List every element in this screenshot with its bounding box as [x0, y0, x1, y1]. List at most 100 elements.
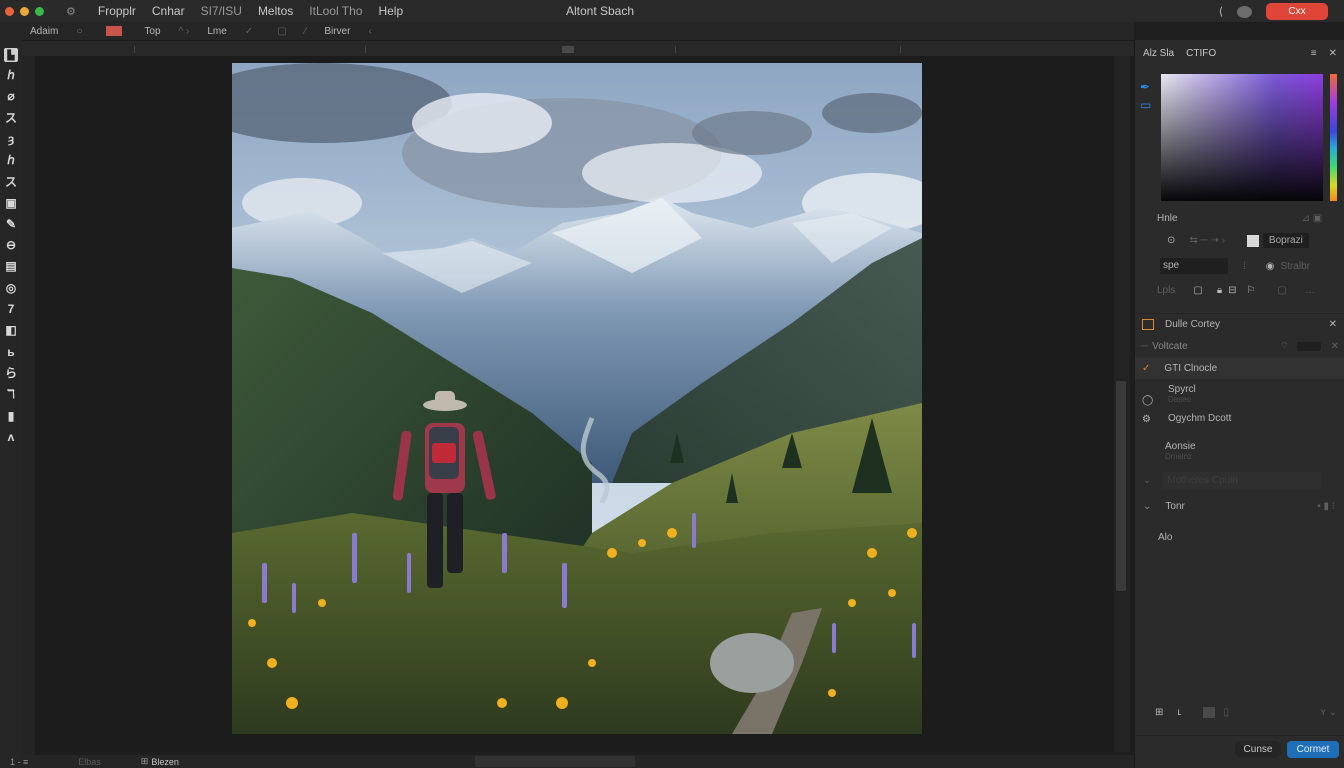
scrollbar-thumb[interactable]	[1116, 381, 1126, 591]
pen-tool-icon[interactable]: ь	[3, 343, 19, 360]
heal-tool-icon[interactable]: ℎ	[3, 151, 19, 168]
color-swatch[interactable]	[106, 26, 123, 36]
type-tool-icon[interactable]: ら	[3, 364, 19, 381]
collapse-dash-icon[interactable]: ─	[1141, 341, 1148, 352]
move-tool-icon[interactable]: ▙	[4, 48, 18, 62]
lock-label: Lpls	[1157, 285, 1176, 296]
link-layers-icon[interactable]: ʏ ⌄	[1321, 707, 1337, 718]
eyedropper-icon[interactable]: ✒	[1140, 80, 1150, 94]
menu-item-help[interactable]: Help	[370, 4, 411, 18]
panel-tab-color[interactable]: CTIFO	[1186, 48, 1216, 59]
menu-item-file[interactable]: Fropplr	[90, 4, 144, 18]
new-group-icon[interactable]: ⊞	[1155, 707, 1163, 718]
path-select-tool-icon[interactable]: ℸ	[3, 386, 19, 403]
swatch-chip[interactable]	[1246, 234, 1259, 247]
zoom-readout[interactable]: 1 - ≡	[10, 757, 28, 767]
dodge-tool-icon[interactable]: ◧	[3, 322, 19, 339]
lock-square-icon[interactable]: ▢	[1193, 285, 1202, 296]
horizontal-scrollbar-thumb[interactable]	[475, 756, 635, 767]
filter-icon[interactable]: ⌔	[1280, 340, 1289, 353]
layer-item[interactable]: Aonsie Dmelnz	[1135, 441, 1344, 461]
panel-close-icon[interactable]: ✕	[1329, 48, 1337, 59]
document-tab[interactable]: Blezen	[151, 757, 179, 767]
options-circle-icon[interactable]: ○	[76, 26, 82, 37]
options-preset[interactable]: Adaim	[30, 26, 58, 37]
grid-icon[interactable]: ⊞	[141, 756, 149, 767]
hand-tool-icon[interactable]: ▮	[3, 407, 19, 424]
tonr-chevron-icon[interactable]: ⌄	[1143, 501, 1151, 512]
collapsed-chevron-icon[interactable]: ⌄	[1143, 475, 1151, 486]
ruler-marker[interactable]	[562, 46, 574, 53]
reset-icon[interactable]: ⊙	[1167, 235, 1175, 246]
blur-tool-icon[interactable]: 7	[3, 301, 19, 318]
document-image[interactable]	[232, 63, 922, 734]
close-doc-button[interactable]: Cxx	[1266, 3, 1328, 20]
active-item-label: GTI Clnocle	[1164, 363, 1218, 374]
close-window-button[interactable]	[5, 6, 14, 16]
pin-icon[interactable]: ⟨	[1219, 5, 1223, 18]
mask-icon[interactable]: ʟ	[1177, 707, 1181, 718]
collapsed-item[interactable]: ⌄ Motheres Cpuin	[1135, 470, 1344, 491]
lock-all-icon[interactable]: ▢	[1278, 285, 1287, 296]
section2-close-icon[interactable]: ✕	[1329, 319, 1337, 330]
swatch-frame-icon[interactable]: ▭	[1140, 98, 1151, 112]
trash-icon[interactable]: ▯	[1223, 707, 1229, 718]
clone-tool-icon[interactable]: ▣	[3, 194, 19, 211]
options-driver[interactable]: Birver	[324, 26, 350, 37]
tonr-item[interactable]: ⌄ Tonr ▪ ▮ ⁝	[1135, 496, 1344, 516]
more-icon[interactable]: …	[1305, 285, 1315, 296]
zoom-tool-icon[interactable]: ʌ	[3, 428, 19, 445]
caret-icon[interactable]: ^ ›	[179, 26, 190, 37]
maximize-window-button[interactable]	[35, 6, 44, 16]
link-icon[interactable]: ⁞	[1243, 261, 1246, 272]
filter-toggle[interactable]	[1297, 342, 1321, 351]
pencil-tool-icon[interactable]: ✎	[3, 215, 19, 232]
toggle-icon[interactable]: ◉	[1266, 261, 1275, 272]
checkmark-icon[interactable]: ✓	[1142, 363, 1150, 374]
quick-select-tool-icon[interactable]: ⌀	[3, 88, 19, 105]
minimize-window-button[interactable]	[20, 6, 29, 16]
menu-item-tools[interactable]: ItLool Tho	[301, 4, 370, 18]
value-field[interactable]: spe	[1160, 258, 1228, 274]
options-line[interactable]: Lme	[207, 26, 226, 37]
lock-position-icon[interactable]: ⊟	[1228, 285, 1236, 296]
panel-tab-adjust[interactable]: Alz Sla	[1143, 48, 1174, 59]
history-tool-icon[interactable]: ⊖	[3, 237, 19, 254]
layer-item[interactable]: Ogychm Dcott	[1135, 413, 1344, 424]
eraser-tool-icon[interactable]: ▤	[3, 258, 19, 275]
check-icon[interactable]: ✓	[245, 26, 253, 37]
menu-item-layer[interactable]: Meltos	[250, 4, 301, 18]
menu-item-edit[interactable]: Cnhar	[144, 4, 193, 18]
eyedropper-tool-icon[interactable]: ȝ	[3, 130, 19, 147]
user-avatar[interactable]	[1237, 5, 1252, 18]
swap-arrows-icon[interactable]: ⇆ ─ ⇢ ›	[1189, 235, 1225, 246]
hue-slider[interactable]	[1330, 74, 1337, 201]
panel-menu-icon[interactable]: ≡	[1311, 48, 1317, 59]
commit-button[interactable]: Cormet	[1287, 741, 1339, 758]
vertical-scrollbar[interactable]	[1114, 56, 1130, 752]
brush-option-icon[interactable]: ∕	[305, 26, 307, 37]
lock-pixels-icon[interactable]: 🔒︎	[1217, 285, 1222, 296]
visibility-icon[interactable]: ◯	[1142, 395, 1153, 406]
crop-tool-icon[interactable]: ス	[3, 109, 19, 126]
lock-artboard-icon[interactable]: ⚐	[1247, 285, 1256, 296]
layer-item[interactable]: Spyrcl Daseo	[1135, 384, 1344, 404]
canvas-area[interactable]	[37, 56, 1114, 752]
options-top[interactable]: Top	[144, 26, 160, 37]
cancel-button[interactable]: Cunse	[1235, 741, 1281, 758]
picker-options-icon[interactable]: ⊿ ▣	[1302, 213, 1323, 224]
options-dropdown-icon[interactable]: ‹	[368, 26, 371, 37]
adjustment-icon[interactable]	[1203, 707, 1216, 718]
gradient-tool-icon[interactable]: ◎	[3, 279, 19, 296]
square-icon[interactable]: ▢	[277, 26, 286, 37]
filter-close-icon[interactable]: ✕	[1331, 341, 1339, 352]
tonr-options-icon[interactable]: ▪ ▮ ⁝	[1317, 501, 1335, 512]
layer-item-active[interactable]: ✓ GTI Clnocle	[1135, 358, 1344, 379]
alo-item[interactable]: Alo	[1135, 532, 1344, 543]
menu-item-image[interactable]: SI7/ISU	[193, 4, 250, 18]
color-picker-field[interactable]	[1161, 74, 1323, 201]
layer-title: Aonsie	[1165, 441, 1196, 452]
swatch-label[interactable]: Boprazi	[1262, 233, 1309, 248]
brush-tool-icon[interactable]: ス	[3, 173, 19, 190]
lasso-tool-icon[interactable]: ℎ	[3, 66, 19, 83]
